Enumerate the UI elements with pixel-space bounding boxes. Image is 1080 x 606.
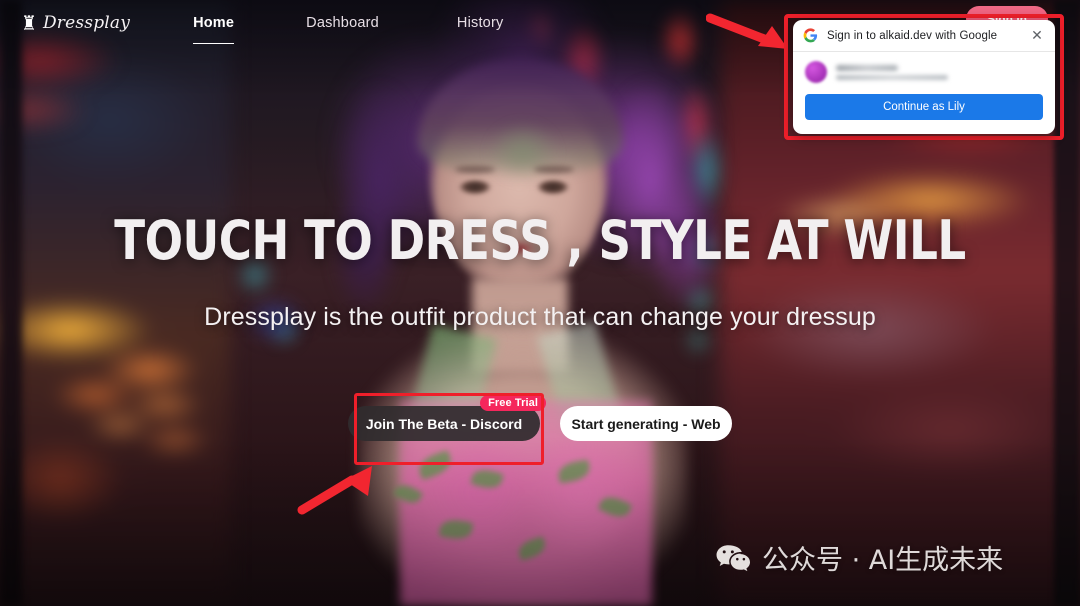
avatar [805,61,827,83]
logo-text: Dressplay [42,13,131,33]
google-account-details [836,64,1043,80]
watermark-text: 公众号 · AI生成未来 [762,545,1004,576]
nav-item-dashboard-label: Dashboard [306,15,379,31]
continue-as-lily-button[interactable]: Continue as Lily [805,94,1043,120]
nav-item-dashboard[interactable]: Dashboard [306,11,379,35]
google-signin-popup: Sign in to alkaid.dev with Google ✕ Cont… [793,20,1055,134]
annotation-arrow-bottom [297,466,372,515]
google-account-row[interactable] [793,52,1055,89]
watermark: 公众号 · AI生成未来 [716,538,1003,577]
nav-item-home[interactable]: Home [193,11,235,44]
logo-mark-icon: ♜ [21,11,37,35]
continue-as-lily-label: Continue as Lily [883,101,965,113]
annotation-box-cta [354,393,544,465]
google-account-email [836,74,948,80]
google-popup-header: Sign in to alkaid.dev with Google ✕ [793,20,1055,52]
logo[interactable]: ♜ Dressplay [20,13,130,33]
page-root: Sign in ♜ Dressplay Home Dashboard Histo… [0,0,1080,606]
nav-links: Home Dashboard History [193,11,504,44]
start-generating-web-button[interactable]: Start generating - Web [560,406,732,441]
nav-item-history[interactable]: History [457,11,504,35]
close-icon[interactable]: ✕ [1029,27,1045,44]
start-generating-web-label: Start generating - Web [571,415,721,432]
google-logo-icon [803,28,818,43]
page-subtitle: Dressplay is the outfit product that can… [204,303,876,331]
google-account-name [836,64,898,71]
nav-item-history-label: History [456,15,504,31]
google-popup-title: Sign in to alkaid.dev with Google [827,29,998,42]
page-title: TOUCH TO DRESS , STYLE AT WILL [114,209,966,272]
nav-item-home-label: Home [193,15,235,31]
wechat-icon [716,544,750,571]
